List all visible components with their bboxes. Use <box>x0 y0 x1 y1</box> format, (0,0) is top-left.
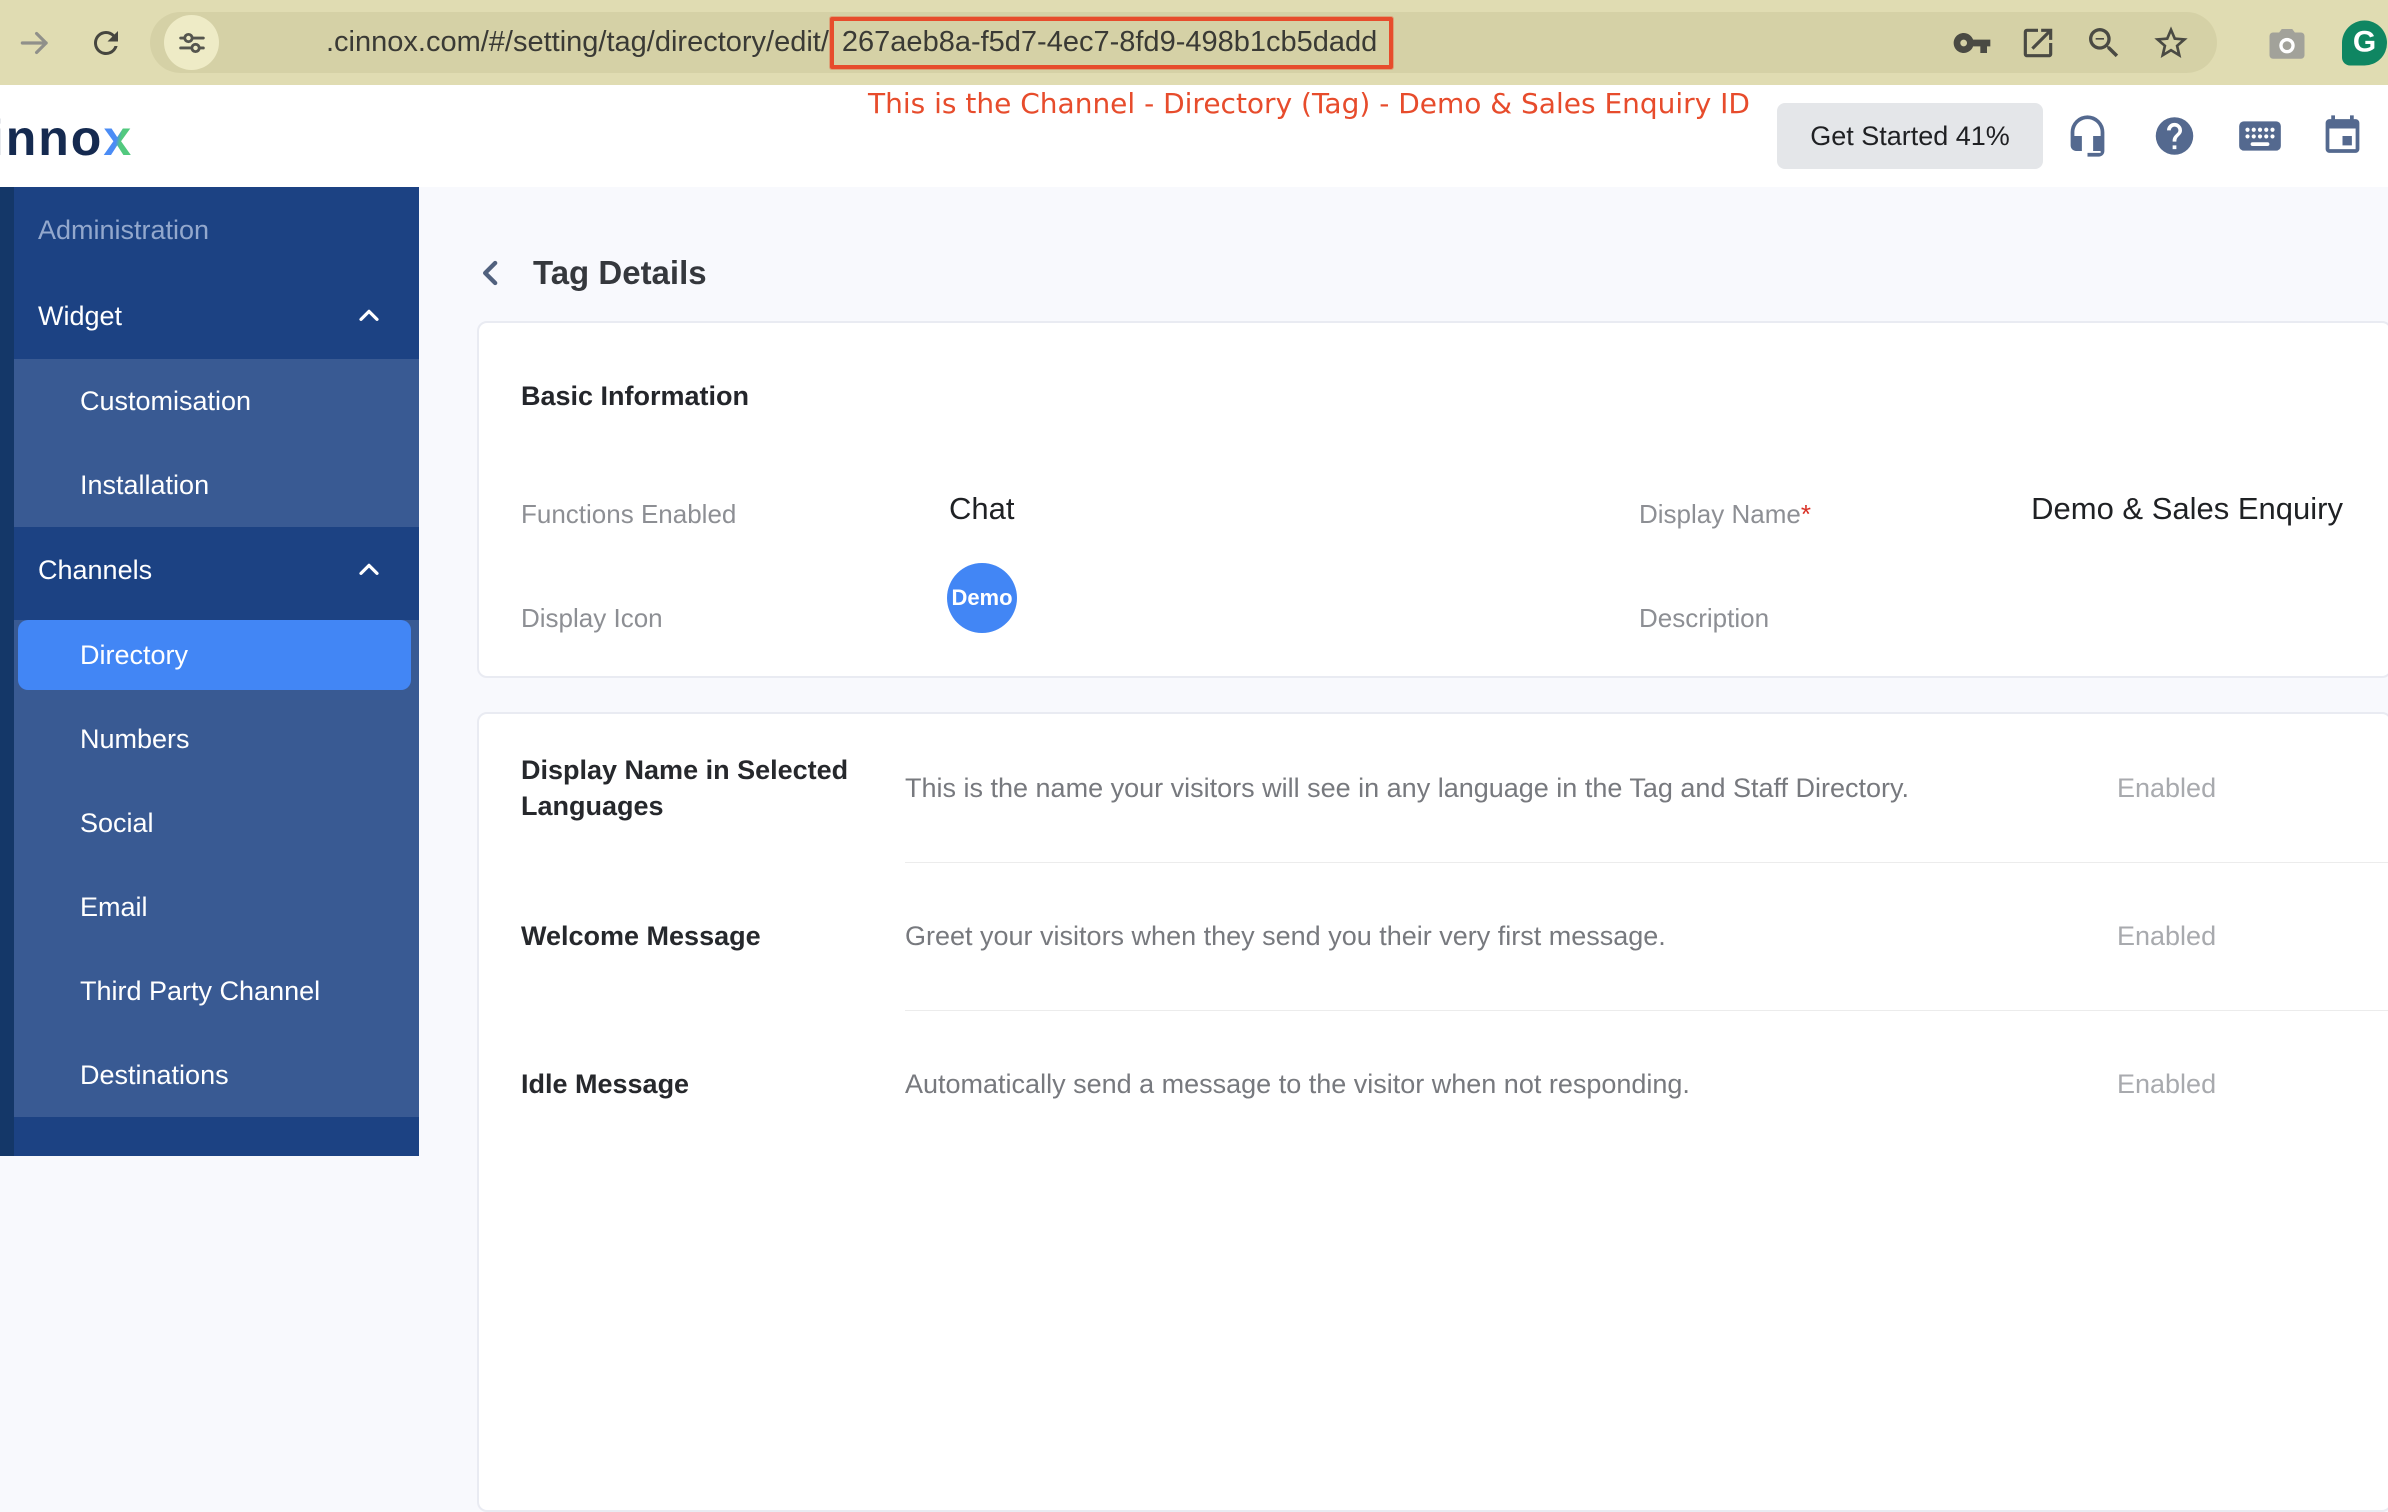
page-title: Tag Details <box>533 254 707 291</box>
annotation-note: This is the Channel - Directory (Tag) - … <box>868 87 1750 120</box>
description-label: Description <box>1639 603 1770 633</box>
sidebar-item-customisation[interactable]: Customisation <box>14 359 419 443</box>
setting-label: Welcome Message <box>521 920 761 951</box>
back-button[interactable] <box>469 251 513 295</box>
tag-settings-card: Display Name in Selected Languages This … <box>477 712 2388 1512</box>
display-name-label: Display Name* <box>1639 499 1811 529</box>
headset-support-icon[interactable] <box>2065 114 2110 159</box>
channels-submenu: Directory Numbers Social Email Third Par… <box>14 620 419 1117</box>
password-key-icon[interactable] <box>1952 23 1992 63</box>
calendar-icon[interactable] <box>2320 114 2365 159</box>
sidebar-item-numbers[interactable]: Numbers <box>14 697 419 781</box>
sidebar-item-installation[interactable]: Installation <box>14 443 419 527</box>
functions-enabled-label: Functions Enabled <box>521 499 737 529</box>
get-started-button[interactable]: Get Started 41% <box>1777 103 2043 169</box>
chevron-up-icon <box>353 554 385 586</box>
setting-row-welcome-message: Welcome Message Greet your visitors when… <box>479 862 2388 1010</box>
display-name-value: Demo & Sales Enquiry <box>2031 491 2343 526</box>
setting-label: Display Name in Selected Languages <box>521 754 849 821</box>
card-title: Basic Information <box>521 381 750 411</box>
omnibox[interactable]: .cinnox.com/#/setting/tag/directory/edit… <box>150 12 2217 73</box>
sidebar-item-directory[interactable]: Directory <box>18 620 411 690</box>
cinnox-logo[interactable]: cinnox <box>0 109 133 167</box>
zoom-out-icon[interactable] <box>2084 23 2124 63</box>
sidebar-item-social[interactable]: Social <box>14 781 419 865</box>
display-icon-label: Display Icon <box>521 603 663 633</box>
browser-toolbar: .cinnox.com/#/setting/tag/directory/edit… <box>0 0 2388 85</box>
status-badge: Enabled <box>2117 772 2217 803</box>
omnibox-actions <box>1952 23 2191 63</box>
logo-x: x <box>103 110 134 166</box>
logo-text: cinno <box>0 110 104 166</box>
sidebar-item-label: Channels <box>38 554 153 585</box>
status-badge: Enabled <box>2117 1068 2217 1099</box>
status-badge: Enabled <box>2117 920 2217 951</box>
setting-row-idle-message: Idle Message Automatically send a messag… <box>479 1010 2388 1158</box>
bookmark-star-icon[interactable] <box>2151 23 2191 63</box>
sidebar-item-third-party-channel[interactable]: Third Party Channel <box>14 949 419 1033</box>
tag-display-icon: Demo <box>947 563 1017 633</box>
open-in-new-icon[interactable] <box>2019 24 2057 62</box>
sidebar-item-widget[interactable]: Widget <box>14 273 419 359</box>
widget-submenu: Customisation Installation <box>14 359 419 527</box>
setting-description: Automatically send a message to the visi… <box>905 1068 1690 1099</box>
sidebar-section-administration: Administration <box>38 214 210 245</box>
basic-information-card: Basic Information Functions Enabled Chat… <box>477 321 2388 678</box>
sidebar-nav: Administration Widget Customisation Inst… <box>0 187 419 1156</box>
setting-description: This is the name your visitors will see … <box>905 772 1910 803</box>
help-icon[interactable] <box>2152 114 2197 159</box>
required-asterisk: * <box>1800 499 1811 529</box>
sidebar-item-email[interactable]: Email <box>14 865 419 949</box>
camera-extension-icon[interactable] <box>2266 22 2308 64</box>
chevron-up-icon <box>353 300 385 332</box>
grammarly-icon[interactable]: G <box>2342 20 2387 65</box>
url-text: .cinnox.com/#/setting/tag/directory/edit… <box>326 16 1394 69</box>
site-controls-icon[interactable] <box>164 15 219 70</box>
forward-arrow-icon[interactable] <box>16 24 54 62</box>
grammarly-letter: G <box>2352 25 2377 59</box>
sidebar-item-channels[interactable]: Channels <box>14 527 419 613</box>
url-prefix: .cinnox.com/#/setting/tag/directory/edit… <box>326 26 829 58</box>
sidebar-item-label: Widget <box>38 300 123 331</box>
keyboard-shortcuts-icon[interactable] <box>2235 111 2285 161</box>
functions-enabled-value: Chat <box>949 491 1015 526</box>
setting-description: Greet your visitors when they send you t… <box>905 920 1666 951</box>
sidebar-item-destinations[interactable]: Destinations <box>14 1033 419 1117</box>
reload-icon[interactable] <box>88 25 124 61</box>
sidebar-scroll-track[interactable] <box>0 187 14 1156</box>
setting-row-display-name-languages: Display Name in Selected Languages This … <box>479 714 2388 862</box>
tag-uuid-highlight: 267aeb8a-f5d7-4ec7-8fd9-498b1cb5dadd <box>829 16 1394 69</box>
main-content: Tag Details Basic Information Functions … <box>419 187 2388 1512</box>
setting-label: Idle Message <box>521 1068 690 1099</box>
